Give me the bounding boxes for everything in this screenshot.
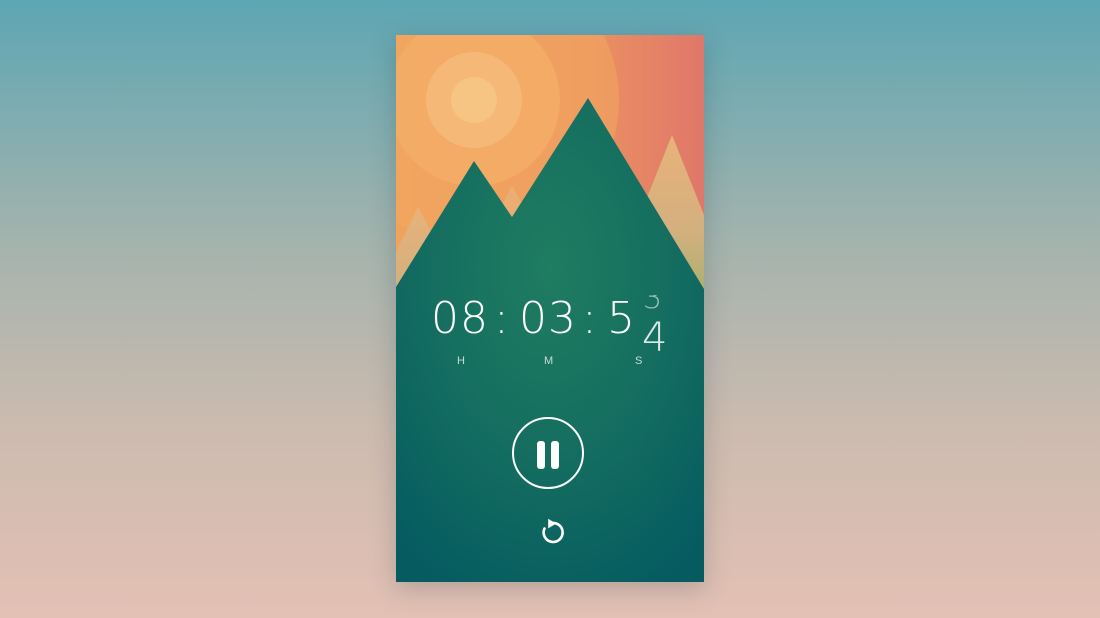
hours-label: H [457,355,466,367]
unit-labels: H M S [396,355,704,371]
seconds-label: S [635,355,644,367]
sun [451,77,497,123]
timer-app-screen: 08 : 03 : 5 3 4 H M S [396,35,704,582]
hours-minutes-separator: : [494,293,510,344]
reset-icon [542,518,564,544]
hours-value: 08 [431,293,489,344]
reset-button[interactable] [535,518,565,548]
minutes-label: M [544,355,555,367]
pause-button[interactable] [512,417,584,489]
minutes-seconds-separator: : [582,293,598,344]
minutes-value: 03 [519,293,577,344]
seconds-tens-digit: 5 [607,293,636,344]
